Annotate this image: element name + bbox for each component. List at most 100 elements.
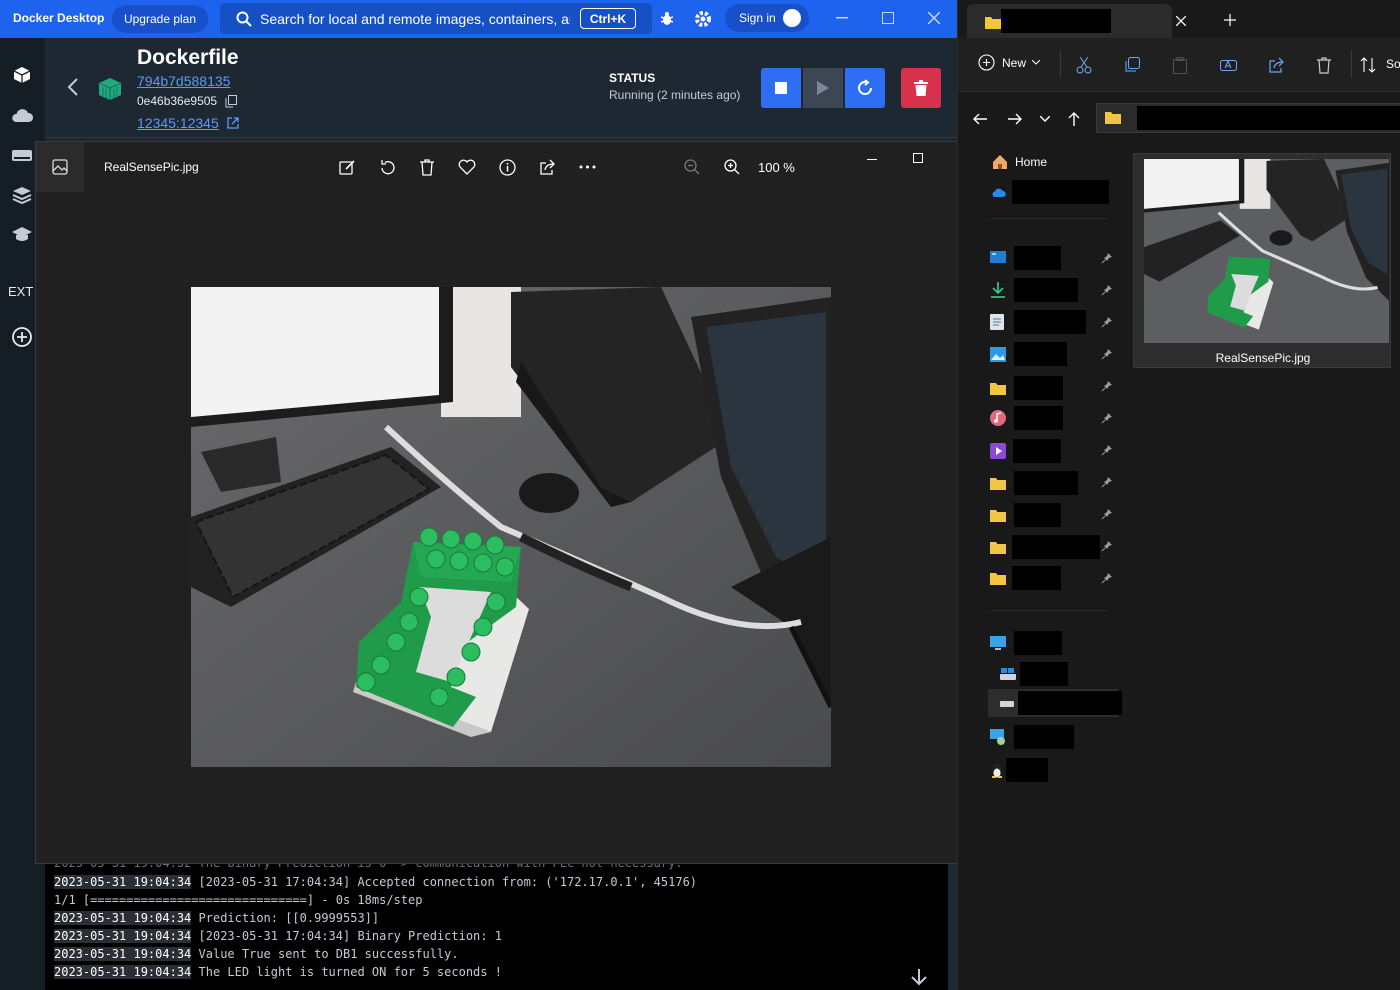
zoom-in-icon[interactable] [722,157,742,177]
share-icon[interactable] [537,157,557,177]
delete-icon[interactable] [417,157,437,177]
delete-button[interactable] [901,68,941,108]
sign-in-button[interactable]: Sign in [725,4,809,32]
nav-pictures[interactable] [990,342,1067,366]
new-button[interactable]: New [978,54,1041,71]
container-logs[interactable]: 2023-05-31 19:04:32 The binary Predictio… [45,856,948,990]
nav-this-pc[interactable] [990,631,1062,655]
nav-network[interactable] [990,725,1074,749]
redacted-path [1137,106,1400,130]
log-line: 1/1 [==============================] - 0… [54,893,423,907]
container-id: 0e46b36e9505 [137,94,218,108]
redacted-label [1014,310,1086,334]
search-bar[interactable]: Search for local and remote images, cont… [220,3,652,34]
paste-icon[interactable] [1170,55,1190,75]
up-arrow-icon[interactable] [1064,110,1084,128]
log-line: 2023-05-31 19:04:34 Prediction: [[0.9999… [54,911,380,925]
pin-icon[interactable] [1101,444,1113,456]
nav-desktop[interactable] [990,246,1061,270]
pin-icon[interactable] [1101,284,1113,296]
nav-music[interactable] [990,406,1063,430]
nav-drive[interactable] [1000,662,1068,686]
external-link-icon[interactable] [227,116,239,134]
viewer-minimize-button[interactable] [862,150,882,170]
desktop-icon [990,251,1006,263]
share-icon[interactable] [1266,55,1286,75]
image-icon[interactable] [36,142,84,192]
rename-icon[interactable] [1218,55,1238,75]
nav-folder[interactable] [990,566,1061,590]
nav-downloads[interactable] [990,278,1078,302]
recent-locations-icon[interactable] [1035,110,1055,128]
pin-icon[interactable] [1101,380,1113,392]
favorite-icon[interactable] [457,157,477,177]
file-item[interactable]: RealSensePic.jpg [1133,153,1391,368]
more-options-icon[interactable] [577,157,597,177]
pin-icon[interactable] [1101,348,1113,360]
pin-icon[interactable] [1101,508,1113,520]
containers-icon[interactable] [10,63,34,87]
pin-icon[interactable] [1101,316,1113,328]
file-thumbnail [1144,159,1389,343]
stop-button[interactable] [761,68,801,108]
nav-home[interactable]: Home [992,154,1047,170]
redacted-label [1014,725,1074,749]
delete-icon[interactable] [1314,55,1334,75]
info-icon[interactable] [497,157,517,177]
nav-documents[interactable] [990,310,1086,334]
image-link[interactable]: 794b7d588135 [137,73,230,89]
pin-icon[interactable] [1101,476,1113,488]
restart-button[interactable] [845,68,885,108]
pin-icon[interactable] [1101,412,1113,424]
start-button[interactable] [803,68,843,108]
port-link[interactable]: 12345:12345 [137,115,219,131]
explorer-tab[interactable] [967,4,1172,38]
upgrade-plan-button[interactable]: Upgrade plan [112,5,208,33]
pin-icon[interactable] [1101,540,1113,552]
copy-icon[interactable] [1122,55,1142,75]
images-icon[interactable] [10,143,34,167]
nav-onedrive[interactable] [990,180,1109,204]
close-button[interactable] [924,8,944,28]
folder-icon [990,477,1006,490]
sort-icon[interactable] [1358,55,1378,75]
gear-icon[interactable] [693,9,713,29]
minimize-button[interactable] [832,8,852,28]
realsense-photo [191,287,831,767]
maximize-button[interactable] [878,8,898,28]
sort-label: So [1386,57,1400,71]
scroll-to-bottom-icon[interactable] [910,968,928,989]
address-bar[interactable] [1096,103,1400,133]
copy-icon[interactable] [225,95,237,113]
cut-icon[interactable] [1074,55,1094,75]
back-arrow-icon[interactable] [67,78,79,101]
pin-icon[interactable] [1101,252,1113,264]
nav-videos[interactable] [990,439,1061,463]
home-icon [993,155,1007,169]
container-icon [97,77,123,106]
nav-drive[interactable] [1000,691,1122,715]
back-arrow-icon[interactable] [970,110,990,128]
nav-folder[interactable] [990,535,1100,559]
redacted-label [1014,376,1063,400]
cloud-icon[interactable] [10,103,34,127]
account-icon [783,9,801,27]
nav-folder[interactable] [990,376,1063,400]
forward-arrow-icon[interactable] [1005,110,1025,128]
edit-image-icon[interactable] [337,157,357,177]
pin-icon[interactable] [1101,572,1113,584]
add-extension-icon[interactable] [10,325,34,349]
nav-folder[interactable] [990,503,1061,527]
bug-icon[interactable] [657,9,677,29]
nav-linux[interactable] [990,758,1048,782]
status-label: STATUS [609,71,656,85]
viewer-maximize-button[interactable] [908,148,928,168]
new-tab-icon[interactable] [1224,13,1236,31]
nav-home-label: Home [1015,155,1048,169]
volumes-icon[interactable] [10,183,34,207]
zoom-out-icon[interactable] [682,157,702,177]
nav-folder[interactable] [990,471,1078,495]
rotate-icon[interactable] [377,157,397,177]
learning-center-icon[interactable] [10,223,34,247]
tab-close-icon[interactable] [1175,13,1187,31]
